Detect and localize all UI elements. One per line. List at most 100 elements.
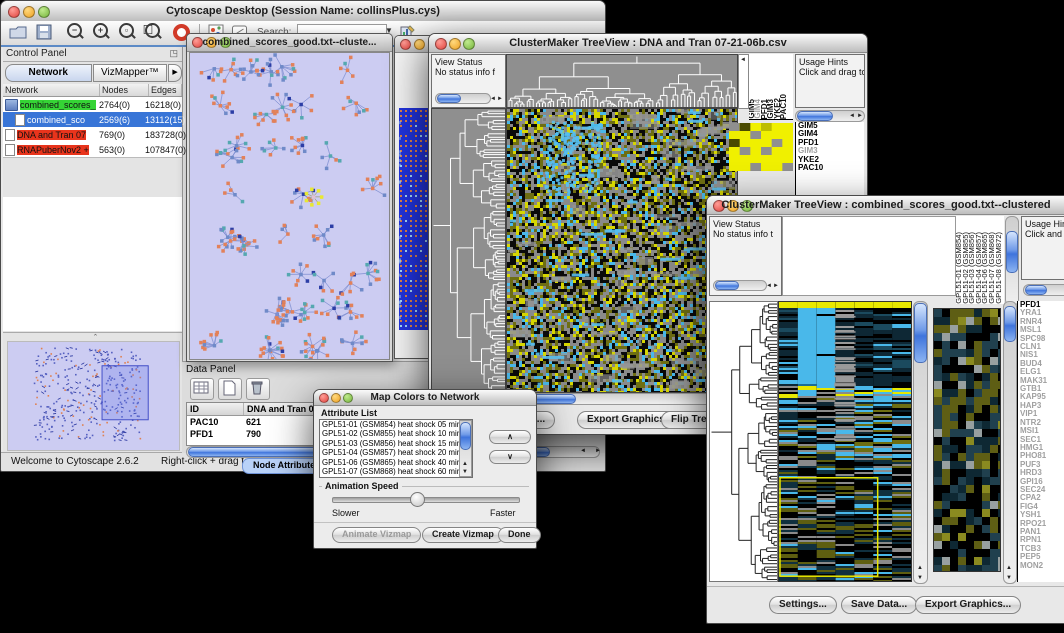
- heatmap-hscrollbar[interactable]: [507, 393, 739, 405]
- matrix-canvas[interactable]: [399, 108, 430, 330]
- network-row[interactable]: combined_scores_ 2764(0) 16218(0): [3, 97, 182, 112]
- dialog-titlebar[interactable]: Map Colors to Network: [314, 390, 536, 406]
- view-status-scrollbar[interactable]: [713, 280, 767, 291]
- zoom-heatmap-canvas[interactable]: [729, 123, 793, 171]
- array-column-label[interactable]: GPL51-08 (GSM872): [996, 232, 1003, 304]
- gene-label[interactable]: MON2: [1018, 562, 1064, 570]
- attribute-table-icon[interactable]: [190, 378, 214, 400]
- tab-vizmapper[interactable]: VizMapper™: [93, 64, 168, 82]
- network-edges: 13112(15): [145, 115, 185, 125]
- scroll-down-icon[interactable]: ▼: [917, 575, 923, 581]
- zoom-fit-icon[interactable]: ⃞: [145, 23, 160, 38]
- new-attribute-icon[interactable]: [218, 378, 242, 400]
- create-vizmap-button[interactable]: Create Vizmap: [422, 527, 504, 543]
- row-dendrogram-canvas[interactable]: [709, 301, 778, 582]
- done-button[interactable]: Done: [498, 527, 541, 543]
- desktop: Cytoscape Desktop (Session Name: collins…: [0, 0, 1064, 633]
- usage-scrollbar[interactable]: [1023, 284, 1064, 296]
- scroll-right-icon[interactable]: ►: [497, 96, 503, 102]
- treeview-dna-titlebar[interactable]: ClusterMaker TreeView : DNA and Tran 07-…: [429, 34, 867, 53]
- gene-label[interactable]: PAC10: [796, 164, 864, 172]
- slower-label: Slower: [332, 508, 360, 518]
- zoom-heatmap-canvas[interactable]: [933, 308, 1001, 572]
- gene-list: PFD1YRA1RNR4MSL1SPC98CLN1NIS1BUD4ELG1MAK…: [1017, 301, 1064, 582]
- animate-vizmap-button[interactable]: Animate Vizmap: [332, 527, 421, 543]
- scroll-left-icon[interactable]: ◄: [490, 96, 496, 102]
- view-status-info: No status info f: [432, 67, 505, 77]
- move-down-button[interactable]: ∨: [489, 450, 531, 464]
- dialog-title: Map Colors to Network: [314, 390, 536, 405]
- animation-speed-slider[interactable]: [332, 497, 520, 503]
- network-list-empty-area: [3, 197, 182, 331]
- scroll-right-icon[interactable]: ►: [773, 283, 779, 289]
- main-titlebar[interactable]: Cytoscape Desktop (Session Name: collins…: [1, 1, 605, 22]
- network-name: RNAPuberNov2 +: [17, 145, 89, 155]
- network-icon: [5, 129, 15, 141]
- column-tree-area[interactable]: [782, 216, 956, 296]
- scroll-left-icon[interactable]: ◄: [766, 283, 772, 289]
- scroll-down-icon[interactable]: ▼: [462, 469, 468, 475]
- move-up-button[interactable]: ∧: [489, 430, 531, 444]
- attribute-item[interactable]: GPL51-01 (GSM854) heat shock 05 min: [320, 420, 460, 429]
- birdseye-canvas[interactable]: [7, 341, 180, 451]
- save-data-button[interactable]: Save Data...: [841, 596, 917, 614]
- network-table-header[interactable]: Network Nodes Edges: [3, 84, 182, 97]
- scroll-up-icon[interactable]: ▲: [917, 565, 923, 571]
- genelist-vscrollbar[interactable]: ▲ ▼: [1003, 301, 1017, 584]
- collapse-icon[interactable]: ◄: [740, 57, 746, 63]
- minimize-icon[interactable]: [414, 39, 425, 50]
- usage-hints-info: Click and: [1022, 229, 1064, 239]
- treeview-combined-window: ClusterMaker TreeView : combined_scores_…: [706, 195, 1064, 624]
- attribute-listbox[interactable]: GPL51-01 (GSM854) heat shock 05 minGPL51…: [319, 419, 473, 478]
- dendrogram-gutter: ◄: [738, 54, 749, 109]
- labels-vscrollbar[interactable]: [1005, 216, 1019, 306]
- attribute-list-label: Attribute List: [321, 408, 377, 418]
- column-dendrogram-canvas[interactable]: [506, 54, 738, 108]
- panel-resize-handle[interactable]: ⌃: [93, 333, 99, 341]
- slider-thumb[interactable]: [410, 492, 425, 507]
- attribute-item[interactable]: GPL51-07 (GSM868) heat shock 60 min: [320, 467, 460, 476]
- row-id: PAC10: [187, 416, 243, 428]
- scroll-up-icon[interactable]: ▲: [462, 461, 468, 467]
- scroll-right-icon[interactable]: ►: [857, 113, 863, 119]
- row-id: PFD1: [187, 428, 243, 440]
- view-status-scrollbar[interactable]: [435, 93, 491, 104]
- scroll-down-icon[interactable]: ▼: [1006, 575, 1012, 581]
- heatmap-canvas[interactable]: [778, 301, 912, 582]
- attribute-item[interactable]: GPL51-04 (GSM857) heat shock 20 min: [320, 448, 460, 457]
- row-dendrogram-canvas[interactable]: [431, 108, 506, 393]
- close-icon[interactable]: [400, 39, 411, 50]
- gene-column-label[interactable]: PAC10: [781, 94, 787, 119]
- heatmap-canvas[interactable]: [506, 108, 738, 393]
- float-panel-icon[interactable]: ◳: [169, 48, 178, 59]
- zoom-selected-icon[interactable]: ▫: [119, 23, 134, 38]
- network-icon: [5, 99, 18, 111]
- tab-more-button[interactable]: ▶: [168, 64, 182, 82]
- network-name: combined_sco: [27, 115, 85, 125]
- treeview-combined-titlebar[interactable]: ClusterMaker TreeView : combined_scores_…: [707, 196, 1064, 215]
- network-edges: 107847(0): [145, 145, 186, 155]
- open-folder-icon[interactable]: [9, 24, 27, 40]
- scroll-left-icon[interactable]: ◄: [580, 448, 586, 454]
- column-id[interactable]: ID: [187, 403, 244, 415]
- tab-network[interactable]: Network: [5, 64, 92, 82]
- delete-attribute-trash-icon[interactable]: [246, 378, 270, 400]
- attribute-list-scrollbar[interactable]: ▲ ▼: [459, 420, 472, 477]
- network-row[interactable]: combined_sco 2569(6) 13112(15): [3, 112, 182, 127]
- attribute-item[interactable]: GPL51-02 (GSM855) heat shock 10 min: [320, 429, 460, 438]
- scroll-left-icon[interactable]: ◄: [849, 113, 855, 119]
- export-graphics-button[interactable]: Export Graphics...: [915, 596, 1021, 614]
- scroll-up-icon[interactable]: ▲: [1006, 565, 1012, 571]
- network-canvas[interactable]: [189, 52, 390, 360]
- view-status-title: View Status: [710, 217, 781, 229]
- attribute-item[interactable]: GPL51-06 (GSM865) heat shock 40 min: [320, 458, 460, 467]
- zoom-in-icon[interactable]: +: [93, 23, 108, 38]
- network-row[interactable]: RNAPuberNov2 + 563(0) 107847(0): [3, 142, 182, 157]
- scroll-right-icon[interactable]: ►: [595, 448, 601, 454]
- zoom-out-icon[interactable]: −: [67, 23, 82, 38]
- heatmap-vscrollbar[interactable]: ▲ ▼: [913, 301, 928, 584]
- network-row[interactable]: DNA and Tran 07 769(0) 183728(0): [3, 127, 182, 142]
- attribute-item[interactable]: GPL51-03 (GSM856) heat shock 15 min: [320, 439, 460, 448]
- save-icon[interactable]: [35, 24, 53, 40]
- settings-button[interactable]: Settings...: [769, 596, 837, 614]
